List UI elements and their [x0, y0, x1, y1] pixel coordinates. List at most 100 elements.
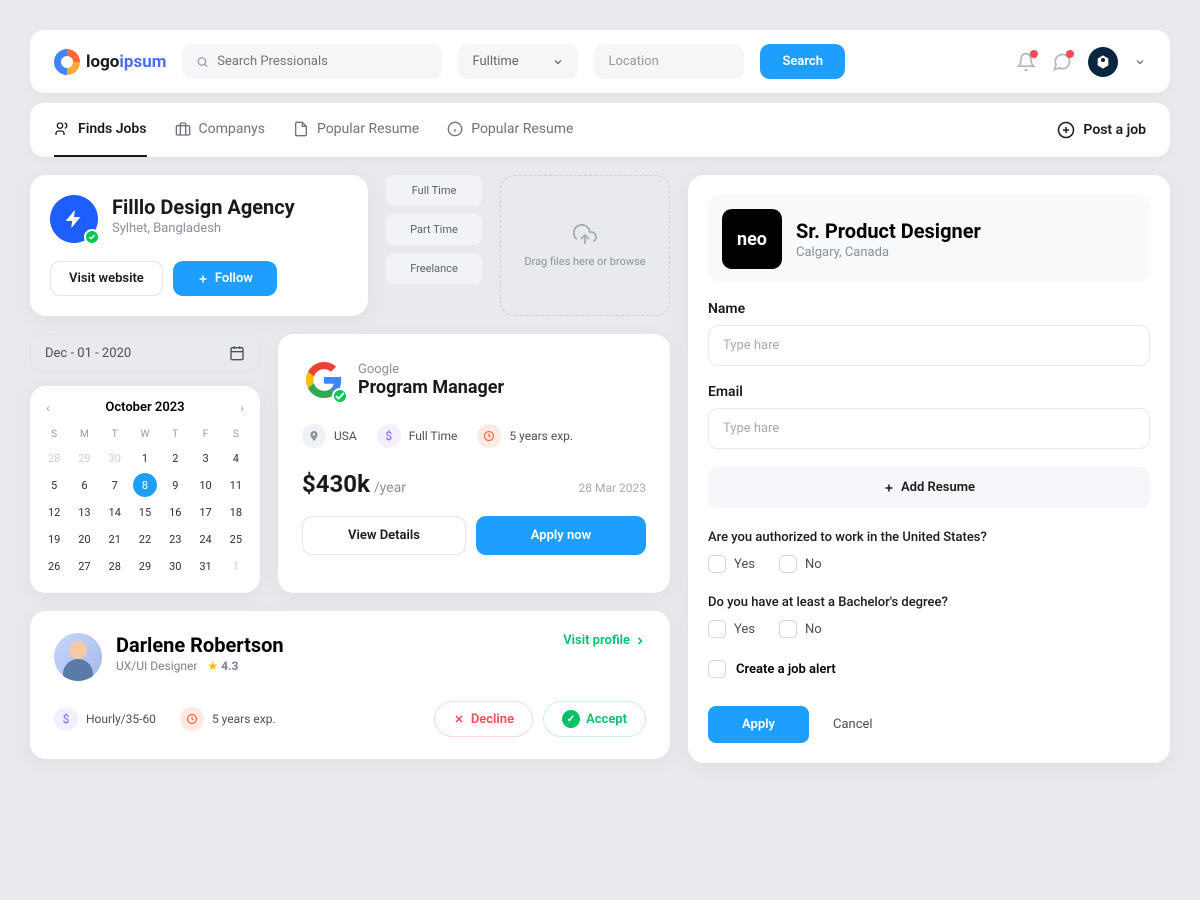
cal-day[interactable]: 6: [70, 473, 98, 498]
chip-freelance[interactable]: Freelance: [386, 253, 482, 284]
cal-day[interactable]: 1: [131, 446, 159, 471]
accept-label: Accept: [586, 712, 627, 727]
nav-popular-resume-1[interactable]: Popular Resume: [293, 103, 419, 157]
cal-next-button[interactable]: ›: [240, 401, 244, 415]
cal-day[interactable]: 17: [191, 500, 219, 525]
cal-day[interactable]: 11: [222, 473, 250, 498]
cal-day[interactable]: 19: [40, 527, 68, 552]
employer-logo-icon: neo: [722, 209, 782, 269]
cal-day[interactable]: 22: [131, 527, 159, 552]
cal-day[interactable]: 16: [161, 500, 189, 525]
cal-day[interactable]: 21: [101, 527, 129, 552]
cal-prev-button[interactable]: ‹: [46, 401, 50, 415]
cal-day-prev[interactable]: 28: [40, 446, 68, 471]
decline-button[interactable]: Decline: [434, 701, 533, 737]
view-details-button[interactable]: View Details: [302, 516, 466, 555]
email-label: Email: [708, 384, 1150, 400]
search-field[interactable]: [182, 44, 442, 79]
cal-day[interactable]: 7: [101, 473, 129, 498]
cal-dow: W: [131, 425, 159, 444]
logo[interactable]: logoipsum: [54, 49, 166, 75]
cal-day[interactable]: 8: [133, 473, 157, 497]
follow-label: Follow: [215, 271, 253, 286]
search-button[interactable]: Search: [760, 44, 845, 79]
messages-button[interactable]: [1052, 52, 1072, 72]
add-resume-button[interactable]: Add Resume: [708, 467, 1150, 508]
chip-fulltime[interactable]: Full Time: [386, 175, 482, 206]
logo-text-2: ipsum: [119, 52, 166, 72]
q2-yes-option[interactable]: Yes: [708, 620, 755, 638]
notifications-button[interactable]: [1016, 52, 1036, 72]
cal-day[interactable]: 3: [191, 446, 219, 471]
location-input[interactable]: Location: [594, 44, 744, 79]
cal-day-next[interactable]: 1: [222, 554, 250, 579]
cal-day-prev[interactable]: 30: [101, 446, 129, 471]
plus-circle-icon: [1057, 121, 1075, 139]
cal-day[interactable]: 30: [161, 554, 189, 579]
submit-apply-button[interactable]: Apply: [708, 706, 809, 743]
cal-day[interactable]: 18: [222, 500, 250, 525]
job-posting-title: Sr. Product Designer: [796, 219, 981, 243]
check-circle-icon: ✓: [562, 710, 580, 728]
cal-day[interactable]: 9: [161, 473, 189, 498]
email-input[interactable]: [708, 408, 1150, 449]
checkbox-icon: [708, 660, 726, 678]
cal-day[interactable]: 29: [131, 554, 159, 579]
name-input[interactable]: [708, 325, 1150, 366]
nav-companys[interactable]: Companys: [175, 103, 265, 157]
calendar: ‹ October 2023 › SMTWTFS2829301234567891…: [30, 386, 260, 593]
chip-parttime[interactable]: Part Time: [386, 214, 482, 245]
cal-day[interactable]: 15: [131, 500, 159, 525]
cal-day[interactable]: 10: [191, 473, 219, 498]
visit-profile-link[interactable]: Visit profile: [563, 633, 646, 648]
candidate-name: Darlene Robertson: [116, 633, 284, 657]
cal-dow: T: [101, 425, 129, 444]
apply-form-card: neo Sr. Product Designer Calgary, Canada…: [688, 175, 1170, 763]
cal-day-prev[interactable]: 29: [70, 446, 98, 471]
logo-mark-icon: [54, 49, 80, 75]
job-salary: $430k: [302, 470, 370, 498]
cal-day[interactable]: 2: [161, 446, 189, 471]
navbar: Finds Jobs Companys Popular Resume Popul…: [30, 103, 1170, 157]
users-icon: [54, 121, 70, 137]
cal-dow: M: [70, 425, 98, 444]
nav-finds-jobs[interactable]: Finds Jobs: [54, 103, 147, 157]
follow-button[interactable]: Follow: [173, 261, 277, 296]
chevron-down-icon[interactable]: [1134, 56, 1146, 68]
job-type-select[interactable]: Fulltime: [458, 44, 578, 79]
agency-card: Filllo Design Agency Sylhet, Bangladesh …: [30, 175, 368, 316]
search-input[interactable]: [217, 54, 428, 69]
dollar-icon: $: [377, 424, 401, 448]
q2-no-option[interactable]: No: [779, 620, 822, 638]
cal-day[interactable]: 4: [222, 446, 250, 471]
cal-day[interactable]: 23: [161, 527, 189, 552]
cal-day[interactable]: 28: [101, 554, 129, 579]
cal-day[interactable]: 31: [191, 554, 219, 579]
checkbox-icon: [779, 555, 797, 573]
cal-day[interactable]: 13: [70, 500, 98, 525]
visit-website-button[interactable]: Visit website: [50, 261, 163, 296]
q1-yes-option[interactable]: Yes: [708, 555, 755, 573]
job-posted-date: 28 Mar 2023: [579, 481, 647, 495]
q1-no-option[interactable]: No: [779, 555, 822, 573]
job-alert-checkbox[interactable]: Create a job alert: [708, 660, 1150, 678]
cal-day[interactable]: 14: [101, 500, 129, 525]
date-input[interactable]: Dec - 01 - 2020: [30, 334, 260, 372]
cal-day[interactable]: 24: [191, 527, 219, 552]
nav-label: Popular Resume: [317, 121, 419, 137]
file-dropzone[interactable]: Drag files here or browse: [500, 175, 670, 316]
apply-now-button[interactable]: Apply now: [476, 516, 646, 555]
cal-day[interactable]: 27: [70, 554, 98, 579]
nav-popular-resume-2[interactable]: Popular Resume: [447, 103, 573, 157]
chevron-right-icon: [634, 635, 646, 647]
accept-button[interactable]: ✓ Accept: [543, 701, 646, 737]
cal-day[interactable]: 5: [40, 473, 68, 498]
cal-day[interactable]: 12: [40, 500, 68, 525]
cal-day[interactable]: 25: [222, 527, 250, 552]
cancel-button[interactable]: Cancel: [833, 717, 873, 732]
user-menu[interactable]: [1088, 47, 1118, 77]
cal-dow: S: [222, 425, 250, 444]
cal-day[interactable]: 26: [40, 554, 68, 579]
post-job-button[interactable]: Post a job: [1057, 121, 1146, 139]
cal-day[interactable]: 20: [70, 527, 98, 552]
